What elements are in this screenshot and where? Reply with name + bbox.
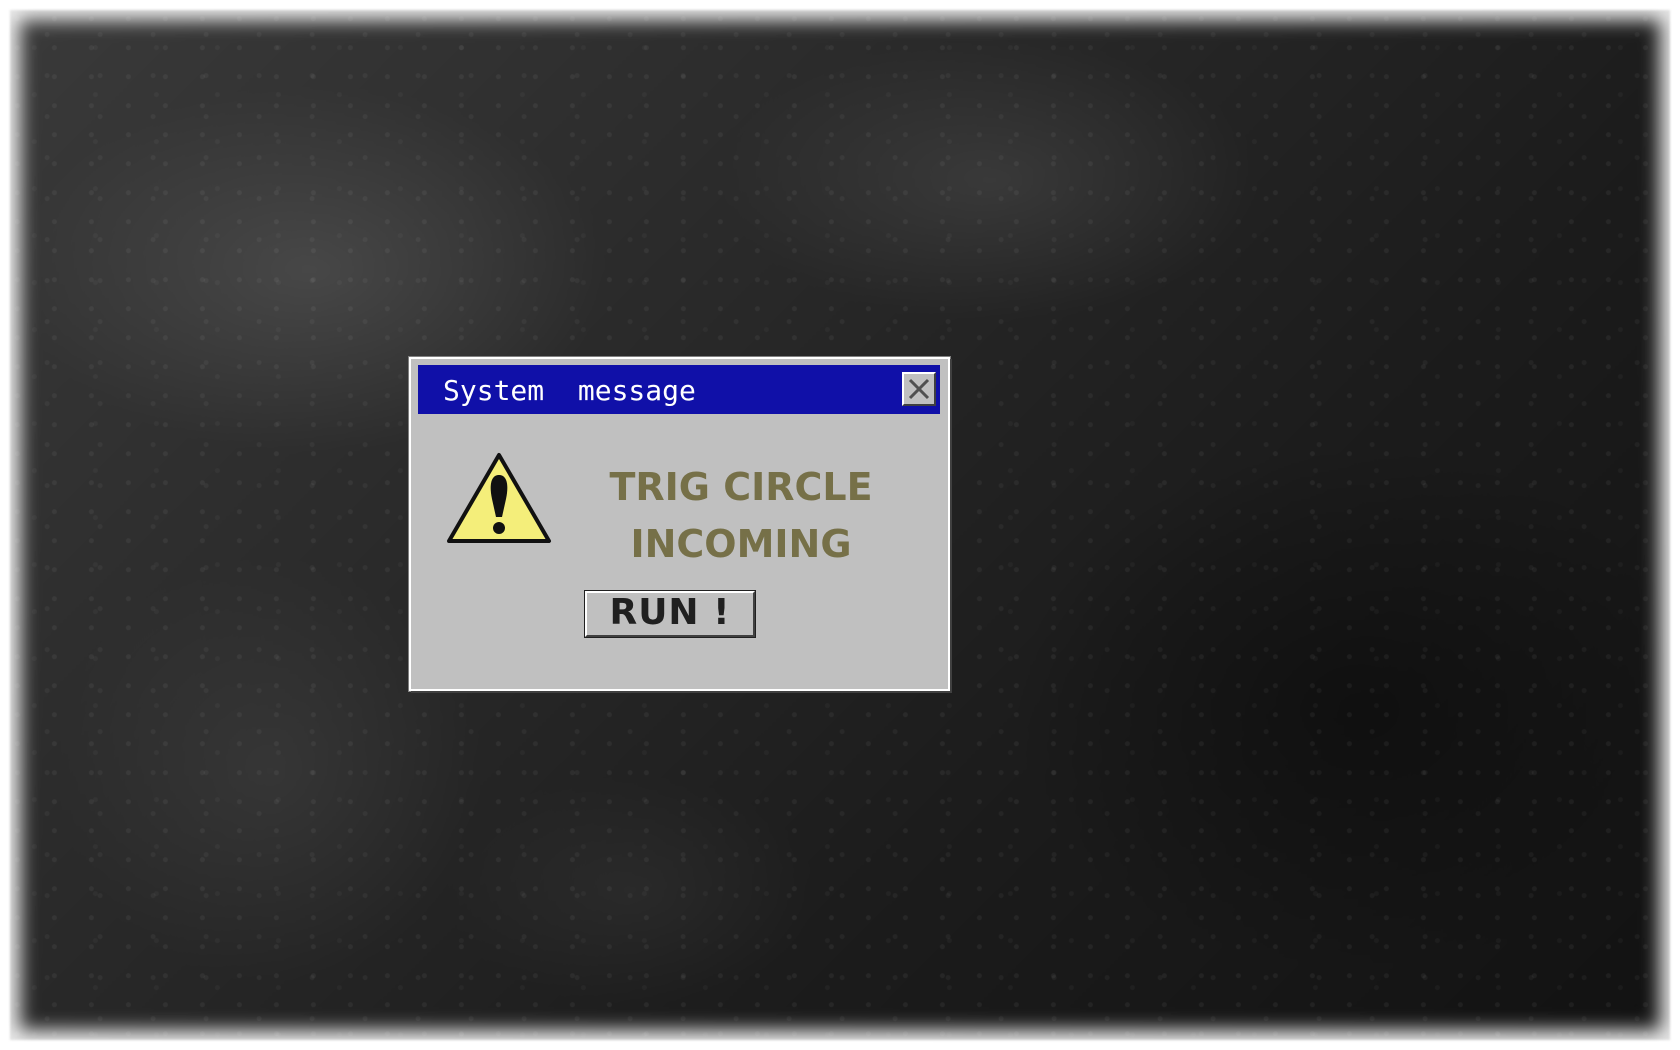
close-button[interactable] — [902, 372, 936, 406]
system-message-dialog: System message TRIG CIRCLE INCOMING RUN … — [409, 357, 950, 691]
message-line-2: INCOMING — [630, 522, 852, 566]
dialog-titlebar[interactable]: System message — [418, 365, 940, 414]
screen: System message TRIG CIRCLE INCOMING RUN … — [0, 0, 1680, 1050]
dialog-message: TRIG CIRCLE INCOMING — [586, 459, 896, 573]
message-line-1: TRIG CIRCLE — [609, 465, 873, 509]
run-button[interactable]: RUN ! — [585, 591, 755, 637]
dialog-title: System message — [443, 374, 696, 407]
warning-triangle-icon — [447, 453, 551, 543]
close-icon — [908, 378, 930, 400]
